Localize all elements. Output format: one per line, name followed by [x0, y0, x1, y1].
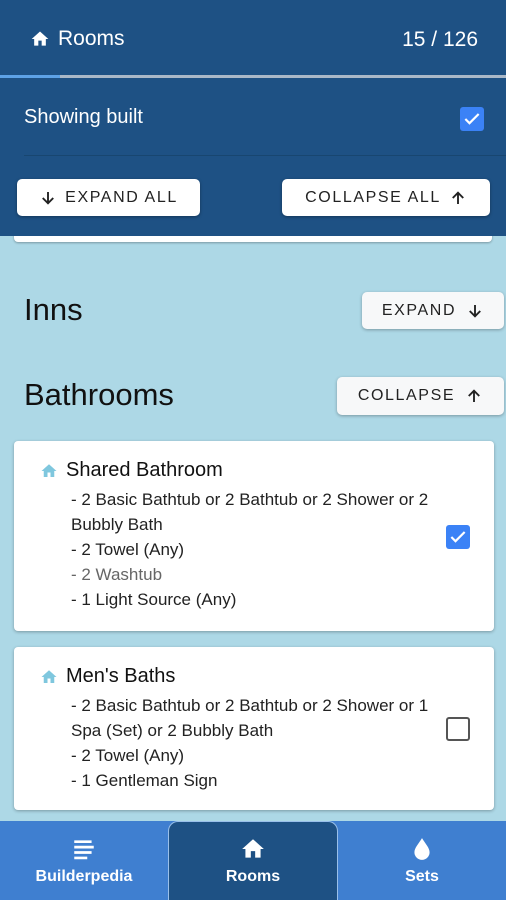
inns-expand-button[interactable]: EXPAND	[362, 292, 504, 329]
room-name: Shared Bathroom	[66, 459, 223, 481]
home-icon	[41, 669, 57, 683]
arrow-down-icon	[42, 191, 55, 205]
checkmark-icon	[464, 113, 480, 125]
collapse-all-label: COLLAPSE ALL	[305, 188, 441, 206]
progress-fill	[0, 75, 61, 78]
requirement-item: - 2 Towel (Any)	[71, 540, 185, 559]
built-count: 15 / 126	[402, 28, 478, 51]
bathrooms-collapse-label: COLLAPSE	[357, 387, 456, 404]
arrow-up-icon	[468, 389, 481, 402]
section-title-bathrooms: Bathrooms	[24, 377, 174, 412]
progress-bar	[0, 75, 506, 78]
nav-builderpedia[interactable]: Builderpedia	[0, 821, 168, 900]
showing-built-label: Showing built	[24, 106, 143, 128]
previous-card-edge	[14, 236, 492, 242]
expand-all-button[interactable]: EXPAND ALL	[17, 179, 200, 216]
requirement-item: - 2 Washtub	[71, 565, 163, 584]
divider	[24, 155, 506, 156]
arrow-down-icon	[469, 304, 482, 318]
requirements-list: - 2 Basic Bathtub or 2 Bathtub or 2 Show…	[71, 487, 431, 612]
requirements-list: - 2 Basic Bathtub or 2 Bathtub or 2 Show…	[71, 693, 431, 793]
checkmark-icon	[450, 531, 466, 543]
home-icon	[242, 839, 264, 858]
page-title-text: Rooms	[58, 27, 125, 50]
nav-sets[interactable]: Sets	[338, 821, 506, 900]
nav-sets-label: Sets	[405, 867, 439, 885]
bathrooms-collapse-button[interactable]: COLLAPSE	[337, 377, 504, 415]
showing-built-checkbox[interactable]	[460, 107, 484, 131]
nav-rooms-label: Rooms	[225, 868, 281, 885]
room-list[interactable]: Inns EXPAND Bathrooms COLLAPSE Shared Ba…	[0, 236, 506, 821]
requirement-item: - 2 Basic Bathtub or 2 Bathtub or 2 Show…	[71, 696, 429, 740]
app-header: Rooms 15 / 126 Showing built EXPAND ALL …	[0, 0, 506, 236]
top-bar: Rooms 15 / 126	[0, 0, 506, 78]
book-icon	[74, 839, 94, 859]
requirement-item: - 2 Towel (Any)	[71, 746, 185, 765]
room-card-mens-baths[interactable]: Men's Baths - 2 Basic Bathtub or 2 Batht…	[14, 647, 494, 810]
expand-all-label: EXPAND ALL	[65, 188, 178, 206]
bottom-nav: Builderpedia Rooms Sets	[0, 821, 506, 900]
nav-rooms[interactable]: Rooms	[168, 821, 338, 900]
collapse-all-button[interactable]: COLLAPSE ALL	[282, 179, 490, 216]
home-icon	[41, 463, 57, 477]
nav-builderpedia-label: Builderpedia	[35, 867, 133, 885]
page-title: Rooms	[30, 27, 125, 51]
room-card-shared-bathroom[interactable]: Shared Bathroom - 2 Basic Bathtub or 2 B…	[14, 441, 494, 631]
requirement-item: - 1 Light Source (Any)	[71, 590, 237, 609]
room-name: Men's Baths	[66, 665, 176, 687]
room-built-checkbox[interactable]	[446, 717, 470, 741]
room-built-checkbox[interactable]	[446, 525, 470, 549]
requirement-item: - 2 Basic Bathtub or 2 Bathtub or 2 Show…	[71, 490, 429, 534]
requirement-item: - 1 Gentleman Sign	[71, 771, 218, 790]
inns-expand-label: EXPAND	[381, 301, 457, 319]
room-card-header: Shared Bathroom	[40, 459, 223, 482]
room-card-header: Men's Baths	[40, 665, 175, 688]
drop-icon	[414, 837, 430, 860]
home-icon	[31, 31, 49, 46]
section-title-inns: Inns	[24, 292, 83, 327]
arrow-up-icon	[451, 190, 464, 204]
